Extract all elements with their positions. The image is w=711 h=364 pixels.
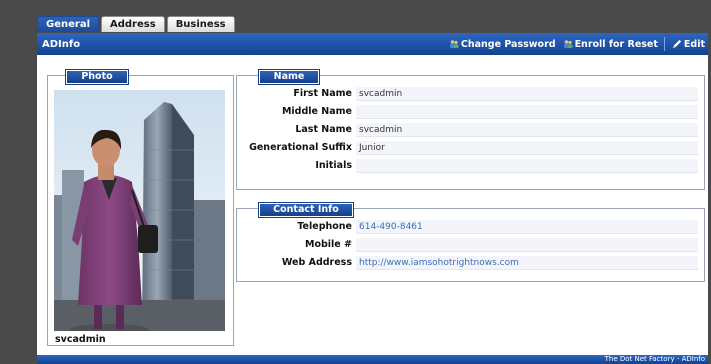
first-name-label: First Name <box>293 88 352 99</box>
generational-suffix-label: Generational Suffix <box>249 142 352 153</box>
footer-text: The Dot Net Factory - ADInfo <box>604 355 705 363</box>
mobile-label: Mobile # <box>304 239 352 250</box>
tab-general[interactable]: General <box>37 16 99 32</box>
web-address-row: Web Address http://www.iamsohotrightnows… <box>237 255 704 271</box>
enroll-for-reset-label: Enroll for Reset <box>574 38 658 50</box>
change-password-label: Change Password <box>460 38 556 50</box>
user-photo <box>54 90 225 331</box>
contact-info-panel: Contact Info Telephone 614-490-8461 Mobi… <box>236 203 705 282</box>
edit-button[interactable]: Edit <box>672 39 705 50</box>
last-name-value: svcadmin <box>356 123 698 137</box>
photo-legend: Photo <box>66 70 128 84</box>
generational-suffix-value: Junior <box>356 141 698 155</box>
app-title: ADInfo <box>42 38 81 50</box>
header-bar: ADInfo Change Password Enroll for Reset … <box>37 33 708 55</box>
middle-name-value <box>356 105 698 119</box>
pencil-icon <box>672 39 682 49</box>
last-name-row: Last Name svcadmin <box>237 122 704 138</box>
middle-name-row: Middle Name <box>237 104 704 120</box>
users-icon <box>449 40 459 48</box>
middle-name-label: Middle Name <box>281 106 352 117</box>
footer-bar: The Dot Net Factory - ADInfo <box>37 355 708 364</box>
enroll-for-reset-button[interactable]: Enroll for Reset <box>563 39 658 50</box>
web-address-label: Web Address <box>281 257 352 268</box>
telephone-label: Telephone <box>297 221 352 232</box>
mobile-value <box>356 238 698 252</box>
photo-caption: svcadmin <box>55 334 106 345</box>
user-photo-image <box>54 90 225 331</box>
edit-label: Edit <box>683 38 705 50</box>
tab-business[interactable]: Business <box>166 16 235 32</box>
contact-info-legend: Contact Info <box>259 203 353 217</box>
last-name-label: Last Name <box>295 124 352 135</box>
change-password-button[interactable]: Change Password <box>449 39 556 50</box>
first-name-row: First Name svcadmin <box>237 86 704 102</box>
name-panel: Name First Name svcadmin Middle Name Las… <box>236 70 705 190</box>
action-divider <box>663 37 665 51</box>
first-name-value: svcadmin <box>356 87 698 101</box>
telephone-row: Telephone 614-490-8461 <box>237 219 704 235</box>
photo-panel: Photo svcadmin <box>47 70 234 346</box>
initials-label: Initials <box>315 160 352 171</box>
header-actions: Change Password Enroll for Reset Edit <box>442 37 705 51</box>
name-legend: Name <box>259 70 319 84</box>
adinfo-window: General Address Business ADInfo Change P… <box>37 16 708 364</box>
initials-value <box>356 159 698 173</box>
users-icon <box>563 40 573 48</box>
generational-suffix-row: Generational Suffix Junior <box>237 140 704 156</box>
initials-row: Initials <box>237 158 704 174</box>
profile-content: Photo svcadmin Name First Name svcadmin … <box>37 55 708 355</box>
mobile-row: Mobile # <box>237 237 704 253</box>
telephone-value[interactable]: 614-490-8461 <box>356 220 698 234</box>
tab-address[interactable]: Address <box>101 16 165 32</box>
tab-bar: General Address Business <box>37 16 237 33</box>
web-address-link[interactable]: http://www.iamsohotrightnows.com <box>356 256 698 270</box>
